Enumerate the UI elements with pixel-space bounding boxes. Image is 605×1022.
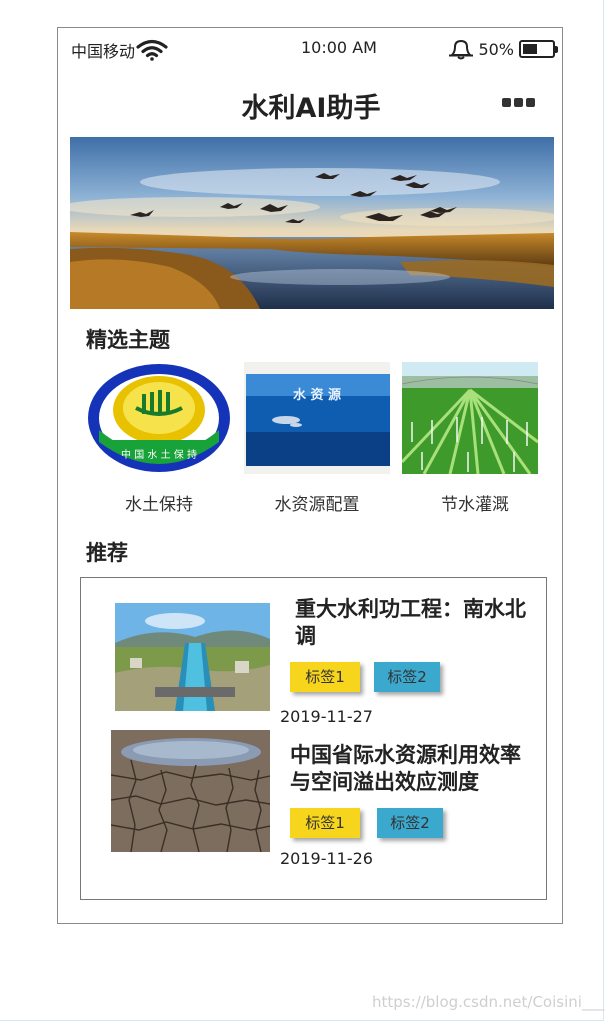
article-item[interactable]: 重大水利功工程：南水北调 标签1 标签2 2019-11-27 [81,578,546,728]
more-dots-icon[interactable] [502,98,535,107]
carrier-group: 中国移动 [71,38,169,62]
wifi-icon [136,39,168,61]
banner-image[interactable] [70,137,554,309]
article-tag[interactable]: 标签2 [374,662,440,692]
soil-conservation-logo: 中 国 水 土 保 持 [86,362,232,474]
water-resources-image: 水 资 源 [244,362,390,474]
status-right: 50% [447,38,558,60]
topic-label: 水资源配置 [274,495,360,515]
article-date: 2019-11-26 [280,849,373,868]
topic-label: 水土保持 [125,495,193,515]
carrier-name: 中国移动 [71,42,136,61]
topic-label: 节水灌溉 [441,495,509,515]
phone-screen: 中国移动 10:00 AM 50% 水利AI助手 精选主题 中 国 水 土 保 … [57,27,563,924]
water-overlay-text: 水 资 源 [293,387,341,403]
topic-water-saving-irrigation[interactable]: 节水灌溉 [402,362,538,515]
featured-heading: 精选主题 [86,328,170,352]
cracked-dry-earth-image [111,730,270,852]
article-tag[interactable]: 标签1 [290,808,360,838]
battery-percent: 50% [478,39,514,59]
south-north-water-canal-image [115,603,270,711]
recommend-list: 重大水利功工程：南水北调 标签1 标签2 2019-11-27 中国省际水资源利… [80,577,547,900]
article-title[interactable]: 重大水利功工程：南水北调 [295,596,535,650]
topic-soil-conservation[interactable]: 中 国 水 土 保 持 水土保持 [86,362,232,515]
clock: 10:00 AM [301,38,377,57]
battery-icon [519,40,558,58]
status-bar: 中国移动 10:00 AM 50% [71,38,558,62]
recommend-heading: 推荐 [86,541,128,565]
article-tag[interactable]: 标签2 [377,808,443,838]
topic-water-resources[interactable]: 水 资 源 水资源配置 [244,362,390,515]
featured-topics: 中 国 水 土 保 持 水土保持 水 资 源 水资源配置 节水灌溉 [86,362,542,522]
article-date: 2019-11-27 [280,707,373,726]
article-item[interactable]: 中国省际水资源利用效率与空间溢出效应测度 标签1 标签2 2019-11-26 [81,728,546,878]
article-tag[interactable]: 标签1 [290,662,360,692]
article-title[interactable]: 中国省际水资源利用效率与空间溢出效应测度 [290,742,535,796]
watermark: https://blog.csdn.net/Coisini___ [372,993,605,1011]
logo-text: 中 国 水 土 保 持 [121,448,197,461]
app-title: 水利AI助手 [241,93,381,124]
irrigation-field-image [402,362,538,474]
title-bar: 水利AI助手 [58,86,564,126]
bell-icon [449,39,474,60]
